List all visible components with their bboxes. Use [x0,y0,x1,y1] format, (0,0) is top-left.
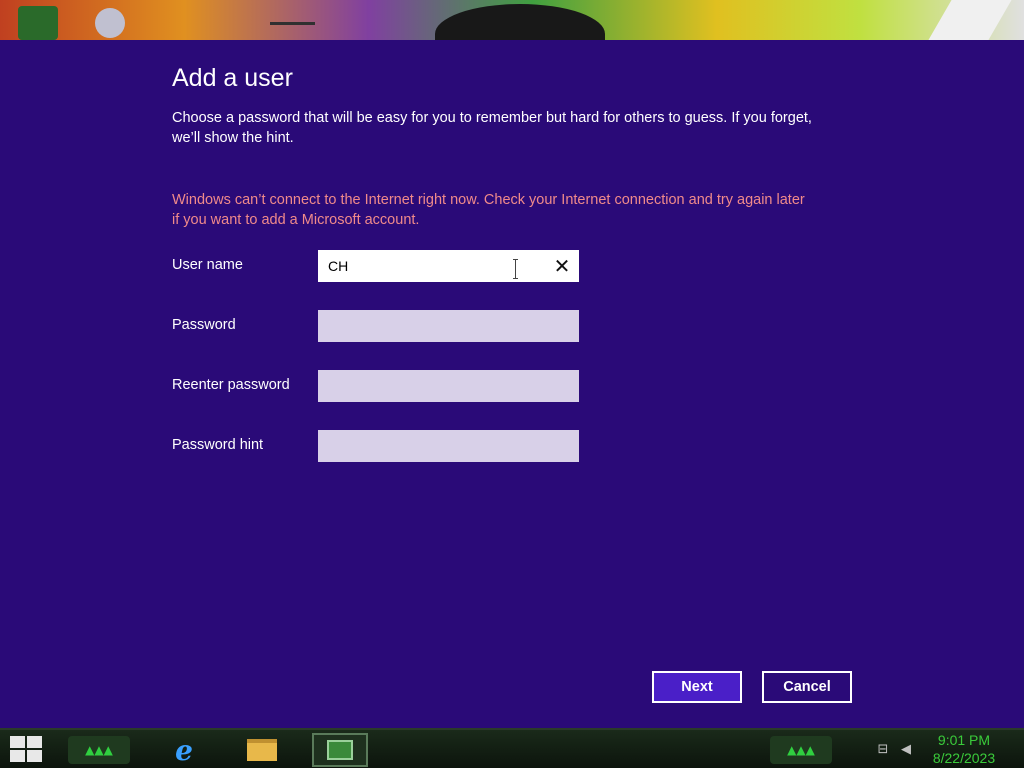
username-input[interactable] [319,251,578,281]
password-field-box [318,310,579,342]
folder-icon [247,739,277,761]
password-hint-row: Password hint [172,430,582,462]
password-input[interactable] [319,311,578,341]
wallpaper-decoration [95,8,125,38]
reenter-password-row: Reenter password [172,370,582,402]
clear-text-button[interactable]: ✕ [552,254,572,278]
start-button[interactable] [10,736,44,764]
volume-muted-icon[interactable]: ◀ [897,741,915,757]
reenter-password-input[interactable] [319,371,578,401]
file-explorer-icon[interactable] [244,734,280,766]
text-cursor-icon [513,259,521,279]
windows-logo-icon [27,736,42,748]
next-button[interactable]: Next [652,671,742,703]
wallpaper-decoration [18,6,58,40]
password-hint-input[interactable] [319,431,578,461]
username-label: User name [172,257,243,273]
wallpaper-decoration [270,22,315,40]
add-user-dialog: Add a user Choose a password that will b… [0,40,1024,728]
settings-app-taskbar-button[interactable] [312,733,368,767]
connection-error-message: Windows can’t connect to the Internet ri… [172,192,805,228]
password-hint-field-box [318,430,579,462]
windows-logo-icon [10,736,25,748]
network-status-icon[interactable]: ⊟ [874,741,892,757]
system-clock[interactable]: 9:01 PM 8/22/2023 [924,730,1004,768]
windows-logo-icon [10,750,25,762]
username-field-box: ✕ [318,250,579,282]
desktop-wallpaper [0,0,1024,40]
password-hint-label: Password hint [172,437,264,453]
windows-logo-icon [27,750,42,762]
clock-date: 8/22/2023 [932,750,996,766]
cancel-button[interactable]: Cancel [762,671,852,703]
clock-time: 9:01 PM [937,732,991,748]
internet-explorer-icon[interactable]: e [166,734,202,767]
reenter-password-label: Reenter password [172,377,290,393]
instructions-text: Choose a password that will be easy for … [172,110,812,146]
taskbar-decoration: ▲▲▲ [68,736,130,764]
taskbar: ▲▲▲ e ▲▲▲ ⊟ ◀ 9:01 PM 8/22/2023 [0,728,1024,768]
password-row: Password [172,310,582,342]
password-label: Password [172,317,236,333]
wallpaper-decoration [928,0,1012,40]
page-title: Add a user [172,64,293,92]
reenter-password-field-box [318,370,579,402]
wallpaper-decoration [435,4,605,40]
username-row: User name ✕ [172,250,582,282]
app-window-icon [327,740,353,760]
taskbar-decoration: ▲▲▲ [770,736,832,764]
